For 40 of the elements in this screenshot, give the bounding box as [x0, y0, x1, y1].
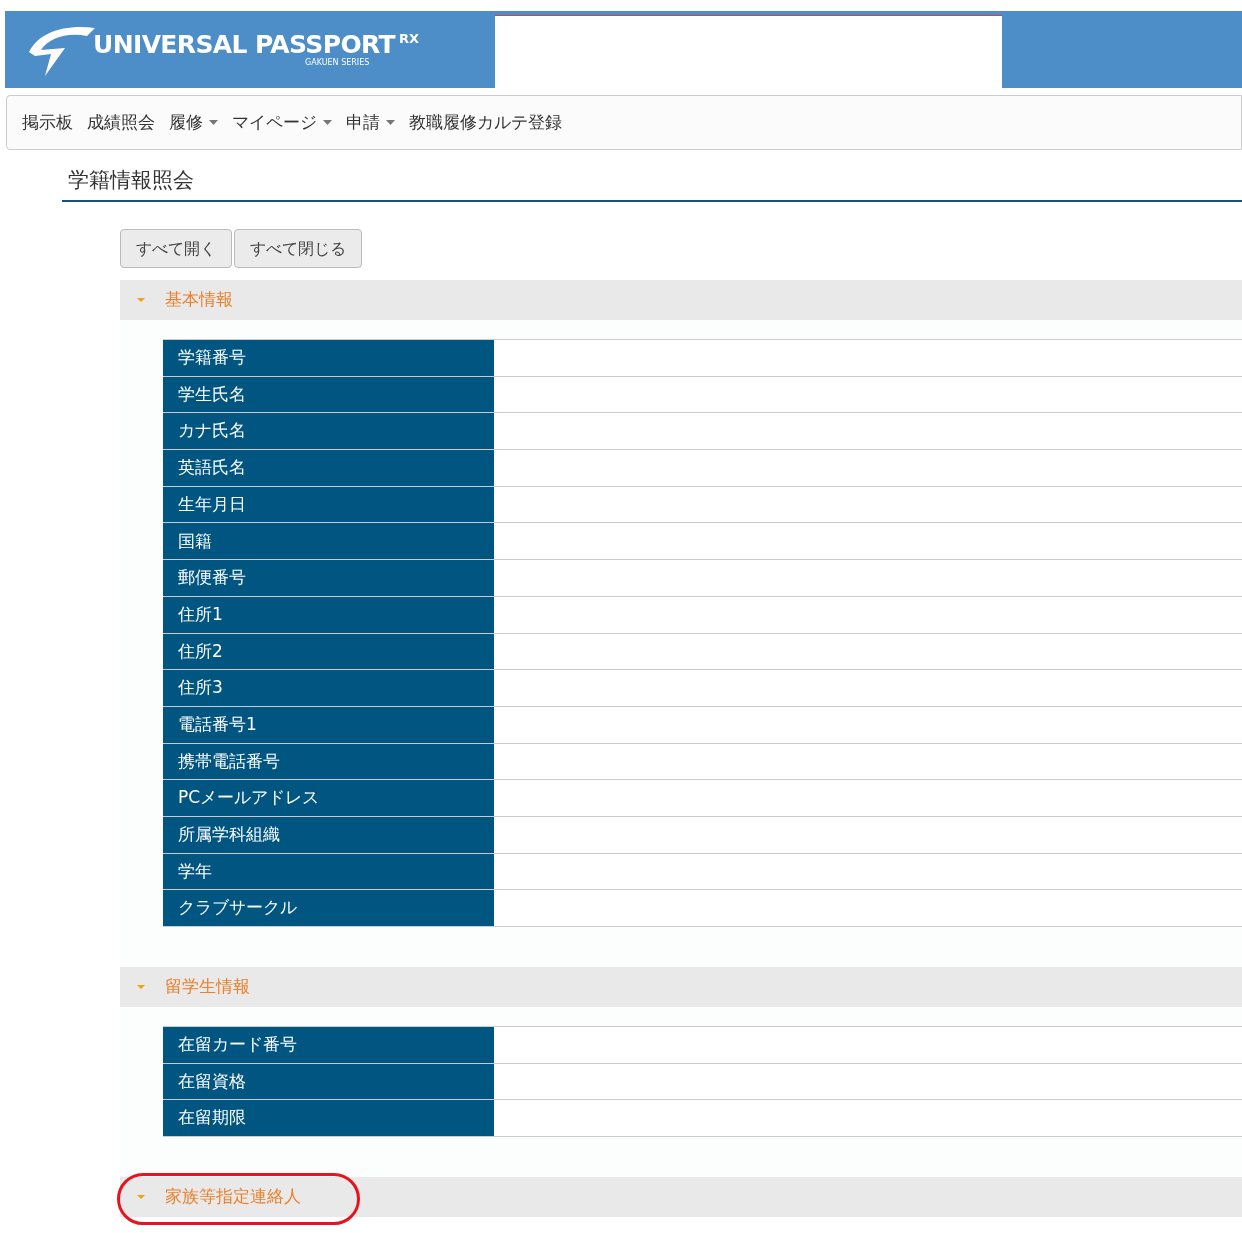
logo-tagline: GAKUEN SERIES: [305, 59, 371, 67]
field-label: 在留期限: [163, 1100, 494, 1137]
section-title: 留学生情報: [165, 975, 250, 999]
caret-icon: [386, 120, 395, 125]
field-label: クラブサークル: [163, 890, 494, 926]
field-label: 国籍: [163, 523, 494, 560]
nav-item[interactable]: 履修: [169, 109, 218, 136]
caret-icon: [323, 120, 332, 125]
field-label: 英語氏名: [163, 450, 494, 486]
field-label: 住所2: [163, 633, 494, 670]
toggle-all-button[interactable]: すべて閉じる: [234, 229, 362, 268]
nav-item[interactable]: 掲示板: [22, 109, 73, 136]
logo-suffix: RX: [398, 32, 419, 45]
nav-item[interactable]: 申請: [346, 109, 395, 136]
toggle-all-button[interactable]: すべて開く: [120, 229, 232, 268]
field-label: 所属学科組織: [163, 816, 494, 853]
field-label: 郵便番号: [163, 560, 494, 596]
field-label: 携帯電話番号: [163, 743, 494, 780]
field-label: 住所3: [163, 670, 494, 706]
field-label: 住所1: [163, 596, 494, 633]
section-title: 基本情報: [165, 288, 233, 312]
caret-icon: [209, 120, 218, 125]
field-label: PCメールアドレス: [163, 780, 494, 816]
field-label: 在留カード番号: [163, 1027, 494, 1063]
nav-item[interactable]: 成績照会: [87, 109, 155, 136]
field-label: 電話番号1: [163, 706, 494, 743]
nav-item[interactable]: 教職履修カルテ登録: [409, 109, 562, 136]
caret-icon: [137, 983, 145, 991]
field-label: 学生氏名: [163, 376, 494, 413]
field-label: 生年月日: [163, 486, 494, 523]
section-title: 家族等指定連絡人: [165, 1185, 301, 1209]
field-label: 在留資格: [163, 1063, 494, 1100]
field-label: 学籍番号: [163, 340, 494, 376]
field-label: 学年: [163, 853, 494, 890]
caret-icon: [137, 1193, 145, 1202]
logo-name: UNIVERSAL PASSPORT: [93, 32, 395, 57]
nav-item[interactable]: マイページ: [232, 109, 332, 136]
field-label: カナ氏名: [163, 413, 494, 450]
page-title: 学籍情報照会: [68, 167, 195, 194]
caret-icon: [137, 296, 145, 304]
